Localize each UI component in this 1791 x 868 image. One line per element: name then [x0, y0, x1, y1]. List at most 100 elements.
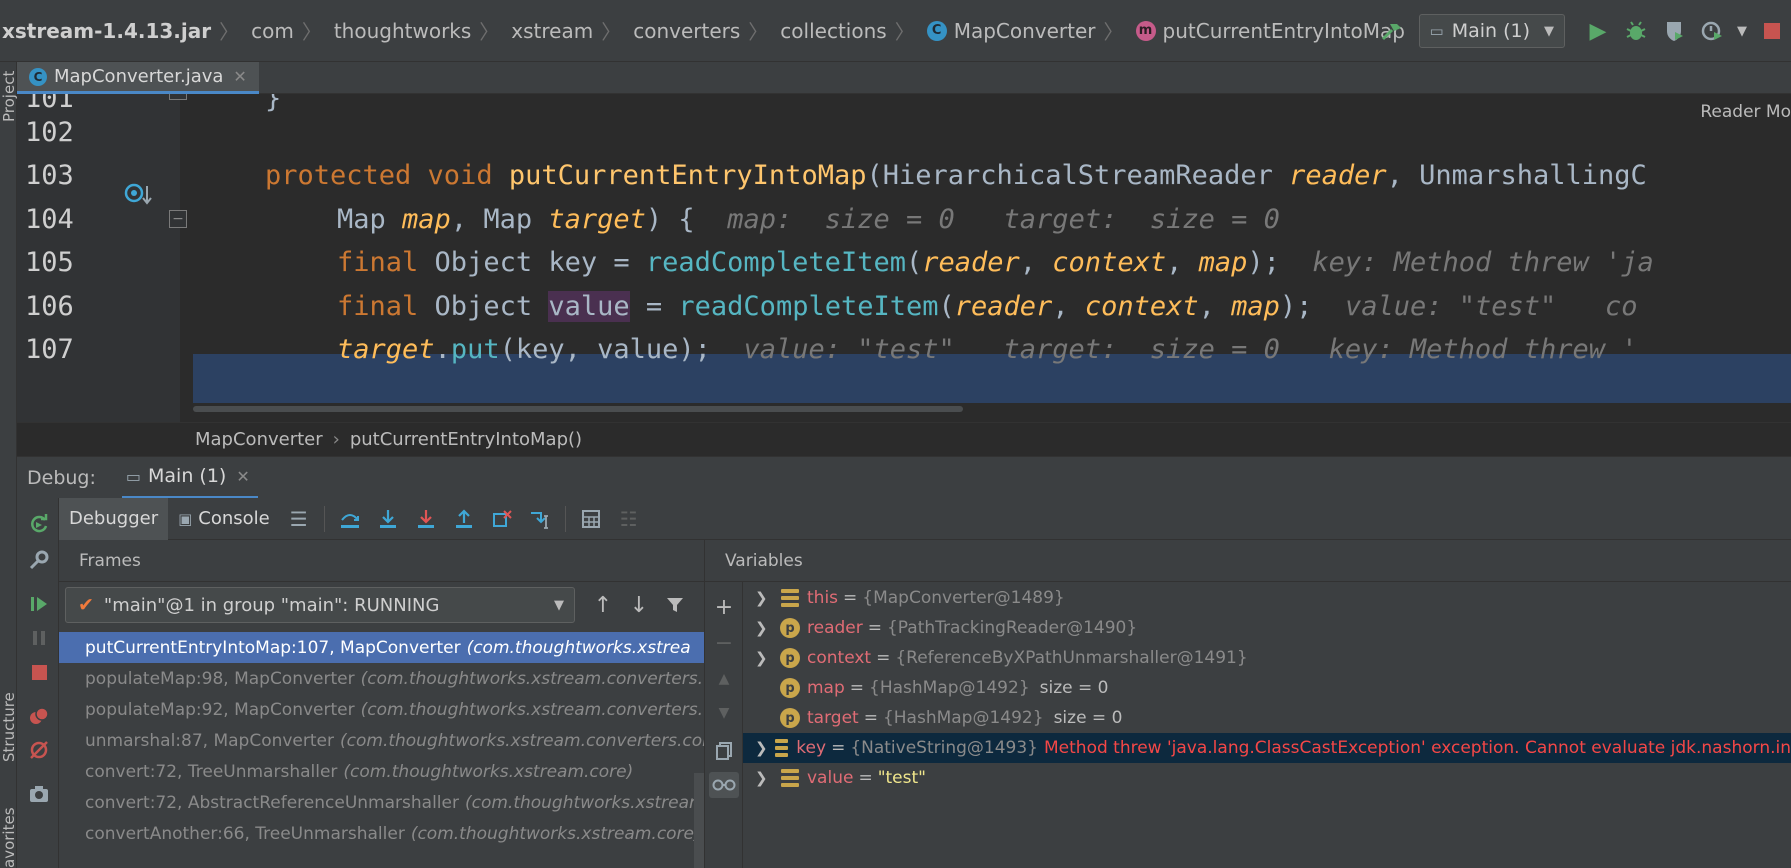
breadcrumb-separator: 〉 [219, 20, 240, 44]
frame-row[interactable]: convert:72, TreeUnmarshaller (com.thought… [59, 756, 704, 787]
stop-icon[interactable] [1753, 12, 1791, 50]
thread-label: "main"@1 in group "main": RUNNING [103, 594, 440, 616]
expand-chevron-icon[interactable]: ❯ [755, 769, 777, 787]
layout-menu-icon[interactable]: ☰ [280, 498, 318, 540]
trace-stream-icon[interactable]: ☷ [610, 498, 648, 540]
structure-tool-button[interactable]: Structure [0, 692, 18, 762]
horizontal-scrollbar[interactable] [193, 406, 963, 412]
class-icon: C [29, 67, 47, 86]
camera-icon[interactable] [27, 782, 51, 806]
breadcrumb-converters[interactable]: converters [633, 0, 740, 61]
copy-icon[interactable] [711, 738, 737, 764]
editor-tab-mapconverter[interactable]: C MapConverter.java ✕ [17, 62, 259, 94]
breadcrumb-jar[interactable]: xstream-1.4.13.jar [0, 0, 211, 61]
breadcrumb-separator: 〉 [601, 20, 622, 44]
close-icon[interactable]: ✕ [233, 67, 246, 86]
variable-row[interactable]: p map = {HashMap@1492} size = 0 [743, 673, 1791, 703]
tab-console[interactable]: ▣ Console [168, 498, 280, 540]
view-breakpoints-icon[interactable] [27, 704, 51, 728]
stop-icon[interactable] [27, 660, 51, 684]
expand-chevron-icon[interactable]: ❯ [755, 739, 771, 757]
chevron-down-icon: ▼ [554, 597, 564, 613]
thread-select[interactable]: ✔ "main"@1 in group "main": RUNNING ▼ [65, 587, 575, 623]
frame-package: (com.thoughtworks.xstrea [466, 637, 691, 658]
variable-name: target [807, 708, 859, 728]
remove-watch-minus-icon[interactable]: − [711, 630, 737, 656]
force-step-into-icon[interactable] [407, 498, 445, 540]
filter-icon[interactable] [659, 589, 691, 621]
coverage-icon[interactable] [1655, 12, 1693, 50]
chevron-down-icon[interactable]: ▼ [1731, 12, 1753, 50]
line-number: 102 [25, 117, 74, 148]
run-icon[interactable]: ▶ [1579, 12, 1617, 50]
variable-row[interactable]: ❯ p reader = {PathTrackingReader@1490} [743, 613, 1791, 643]
pause-icon[interactable] [27, 626, 51, 650]
frame-package: (com.thoughtworks.xstream.core) [410, 823, 701, 844]
resume-icon[interactable] [27, 592, 51, 616]
debug-session-tab[interactable]: ▭ Main (1) ✕ [121, 457, 258, 499]
breadcrumb-com[interactable]: com [251, 0, 294, 61]
step-over-icon[interactable] [331, 498, 369, 540]
move-up-icon[interactable]: ▲ [711, 666, 737, 692]
code-text: target.put(key, value); value: "test" ta… [337, 334, 1638, 365]
add-watch-plus-icon[interactable]: + [711, 594, 737, 620]
variable-row[interactable]: ❯ key = {NativeString@1493} Method threw 'j… [743, 733, 1791, 763]
frame-row[interactable]: putCurrentEntryIntoMap:107, MapConverter… [59, 632, 704, 663]
breadcrumb-xstream[interactable]: xstream [511, 0, 593, 61]
breadcrumb-method[interactable]: m putCurrentEntryIntoMap [1135, 0, 1405, 61]
frame-row[interactable]: populateMap:98, MapConverter (com.thought… [59, 663, 704, 694]
next-frame-down-arrow-icon[interactable]: ↓ [623, 589, 655, 621]
favorites-tool-button[interactable]: avorites [0, 807, 18, 868]
step-out-icon[interactable] [445, 498, 483, 540]
inline-debug-hint: value: "test" co [1344, 291, 1638, 322]
editor-breadcrumb-method[interactable]: putCurrentEntryIntoMap() [350, 429, 582, 450]
expand-chevron-icon[interactable]: ❯ [755, 619, 777, 637]
editor-breadcrumb-class[interactable]: MapConverter [195, 429, 323, 450]
variable-value: {ReferenceByXPathUnmarshaller@1491} [895, 648, 1248, 668]
drop-frame-icon[interactable] [483, 498, 521, 540]
frame-row[interactable]: convertAnother:66, TreeUnmarshaller (com.… [59, 818, 704, 849]
breadcrumb-collections[interactable]: collections [780, 0, 886, 61]
fold-marker-icon[interactable]: − [169, 94, 187, 100]
class-icon: C [926, 20, 947, 41]
frames-list[interactable]: putCurrentEntryIntoMap:107, MapConverter… [59, 628, 704, 868]
profile-icon[interactable] [1693, 12, 1731, 50]
frame-row[interactable]: unmarshal:87, MapConverter (com.thoughtwo… [59, 725, 704, 756]
build-hammer-icon[interactable] [1373, 12, 1411, 50]
run-to-cursor-icon[interactable] [521, 498, 559, 540]
close-icon[interactable]: ✕ [236, 467, 249, 486]
fold-marker-icon[interactable]: − [169, 210, 187, 228]
expand-chevron-icon[interactable]: ❯ [755, 589, 777, 607]
variable-row[interactable]: p target = {HashMap@1492} size = 0 [743, 703, 1791, 733]
expand-chevron-icon[interactable]: ❯ [755, 649, 777, 667]
wrench-icon[interactable] [27, 548, 51, 572]
previous-frame-up-arrow-icon[interactable]: ↑ [587, 589, 619, 621]
move-down-icon[interactable]: ▼ [711, 700, 737, 726]
frames-scrollbar[interactable] [694, 773, 704, 868]
variable-extra: size = 0 [1053, 708, 1123, 728]
breadcrumb-class[interactable]: C MapConverter [926, 0, 1096, 61]
glasses-icon[interactable] [709, 772, 739, 798]
toolbar-divider [323, 505, 325, 532]
tab-debugger[interactable]: Debugger [59, 497, 169, 540]
step-into-icon[interactable] [369, 498, 407, 540]
breadcrumb-thoughtworks[interactable]: thoughtworks [334, 0, 471, 61]
frame-package: (com.thoughtworks.xstream.converters.col… [340, 730, 704, 751]
chevron-down-icon: ▼ [1544, 23, 1554, 39]
run-configuration-select[interactable]: ▭ Main (1) ▼ [1418, 14, 1565, 48]
mute-breakpoints-icon[interactable] [27, 738, 51, 762]
debug-bug-icon[interactable] [1617, 12, 1655, 50]
breadcrumb-separator: 〉 [748, 20, 769, 44]
frame-row[interactable]: populateMap:92, MapConverter (com.thought… [59, 694, 704, 725]
run-toolbar: ▭ Main (1) ▼ ▶ ▼ [1373, 0, 1791, 62]
equals-sign: = [858, 768, 873, 788]
breadcrumb-separator: › [332, 429, 340, 450]
variable-row[interactable]: ❯ p context = {ReferenceByXPathUnmarshalle… [743, 643, 1791, 673]
frame-row[interactable]: convert:72, AbstractReferenceUnmarshalle… [59, 787, 704, 818]
project-tool-button[interactable]: Project [0, 71, 18, 122]
evaluate-expression-icon[interactable] [572, 498, 610, 540]
variable-row[interactable]: ❯ value = "test" [743, 763, 1791, 793]
rerun-icon[interactable] [27, 512, 51, 536]
code-editor[interactable]: Reader Mo 101 } − 102 103 protected void… [17, 94, 1791, 422]
variable-row[interactable]: ❯ this = {MapConverter@1489} [743, 583, 1791, 613]
